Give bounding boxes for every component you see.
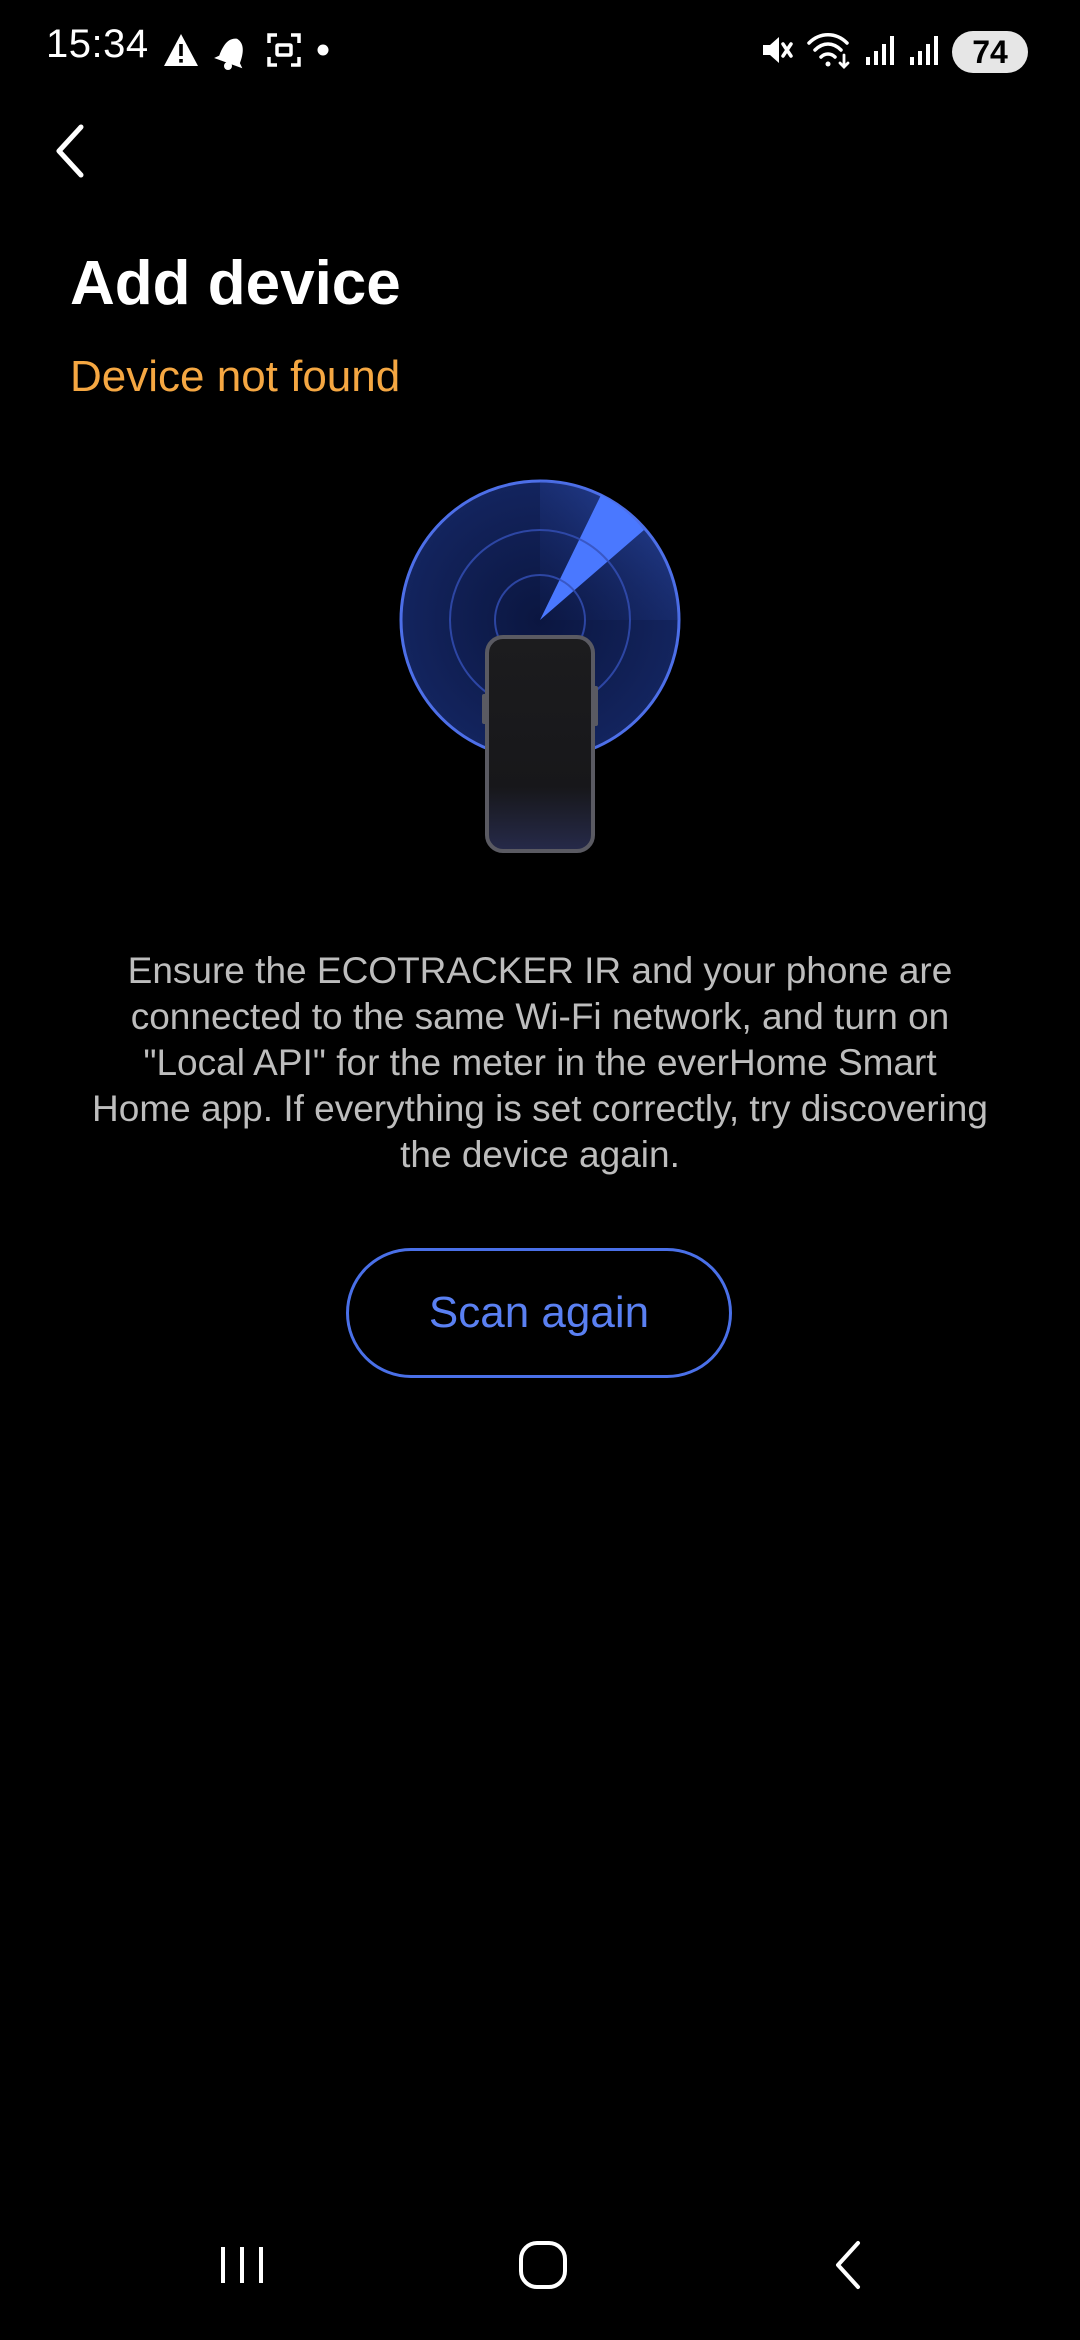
back-chevron-icon — [56, 124, 84, 178]
back-icon — [836, 2241, 860, 2289]
navigation-bar — [0, 2190, 1080, 2340]
mute-icon — [760, 32, 794, 73]
page-title: Add device — [70, 249, 401, 318]
system-back-button[interactable] — [808, 2230, 888, 2300]
screenshot-icon — [266, 32, 302, 73]
back-button[interactable] — [40, 118, 100, 184]
status-bar: 15:34 74 — [0, 0, 1080, 100]
recent-apps-button[interactable] — [202, 2230, 282, 2300]
signal-icon — [864, 33, 896, 72]
radar-phone-illustration — [396, 476, 686, 856]
battery-icon: 74 — [952, 31, 1028, 73]
scan-again-button[interactable]: Scan again — [346, 1248, 732, 1378]
instructions-text: Ensure the ECOTRACKER IR and your phone … — [92, 950, 988, 1175]
notification-bell-icon — [214, 30, 252, 75]
status-right-icons: 74 — [760, 28, 1028, 76]
home-icon — [519, 2241, 567, 2289]
warning-icon — [162, 32, 200, 73]
wifi-icon — [806, 31, 852, 74]
signal-icon — [908, 33, 940, 72]
recent-apps-icon — [221, 2247, 263, 2283]
dot-icon — [316, 43, 330, 62]
status-message: Device not found — [70, 352, 401, 401]
home-button[interactable] — [503, 2230, 583, 2300]
status-left-icons — [162, 30, 330, 74]
status-time: 15:34 — [46, 22, 149, 66]
